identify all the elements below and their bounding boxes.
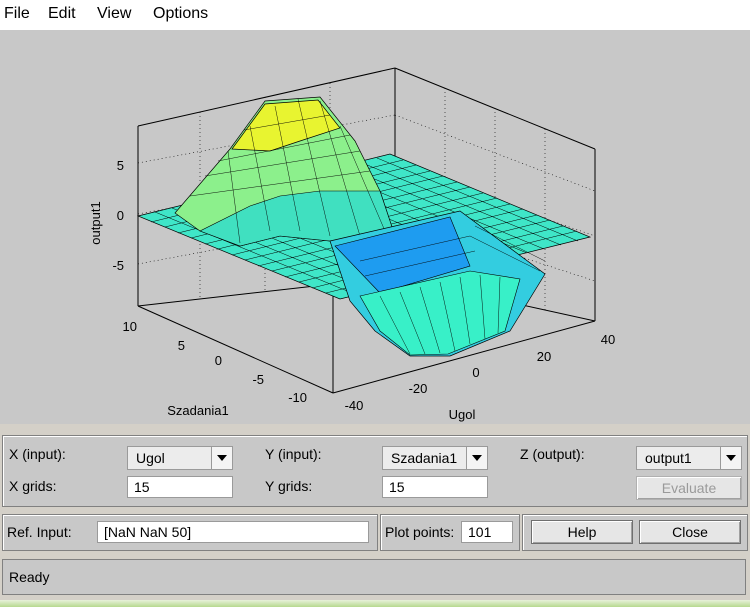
chevron-down-icon[interactable] xyxy=(720,447,741,469)
x-grids-label: X grids: xyxy=(9,478,57,494)
x-tick-label: 0 xyxy=(472,365,479,380)
chevron-down-icon[interactable] xyxy=(466,447,487,469)
evaluate-button[interactable]: Evaluate xyxy=(636,476,742,500)
y-input-label: Y (input): xyxy=(265,446,322,462)
y-tick-label: 5 xyxy=(178,338,185,353)
z-axis-label: output1 xyxy=(88,201,103,244)
x-tick-label: -40 xyxy=(345,398,364,413)
y-tick-label: 0 xyxy=(215,353,222,368)
x-tick-label: -20 xyxy=(409,381,428,396)
taskbar-edge xyxy=(0,600,750,607)
z-tick-label: 0 xyxy=(117,208,124,223)
menu-bar: File Edit View Options xyxy=(0,0,750,31)
z-tick-label: 5 xyxy=(117,158,124,173)
z-output-label: Z (output): xyxy=(520,446,585,462)
x-tick-label: 40 xyxy=(601,332,615,347)
help-button[interactable]: Help xyxy=(531,520,633,544)
y-tick-label: -10 xyxy=(288,390,307,405)
y-grids-input[interactable]: 15 xyxy=(382,476,488,498)
x-grids-input[interactable]: 15 xyxy=(127,476,233,498)
axis-selection-panel: X (input): Ugol Y (input): Szadania1 Z (… xyxy=(2,435,748,507)
z-tick-label: -5 xyxy=(112,258,124,273)
plot-points-panel: Plot points: 101 xyxy=(380,514,520,551)
menu-file[interactable]: File xyxy=(4,5,30,23)
close-button[interactable]: Close xyxy=(639,520,741,544)
x-input-select[interactable]: Ugol xyxy=(127,446,233,470)
plot-points-input[interactable]: 101 xyxy=(461,521,513,543)
surface-plot-area: 5 0 -5 output1 10 5 0 -5 -10 Szadania1 -… xyxy=(0,31,750,424)
status-text: Ready xyxy=(9,569,50,585)
action-buttons-panel: Help Close xyxy=(522,514,748,551)
plot-points-label: Plot points: xyxy=(385,524,455,540)
y-axis-label: Szadania1 xyxy=(167,403,228,418)
menu-edit[interactable]: Edit xyxy=(48,5,76,23)
x-input-label: X (input): xyxy=(9,446,66,462)
x-tick-label: 20 xyxy=(537,349,551,364)
y-input-select[interactable]: Szadania1 xyxy=(382,446,488,470)
y-tick-label: 10 xyxy=(123,319,137,334)
ref-input-field[interactable]: [NaN NaN 50] xyxy=(97,521,369,543)
menu-options[interactable]: Options xyxy=(153,5,208,23)
ref-input-panel: Ref. Input: [NaN NaN 50] xyxy=(2,514,378,551)
chevron-down-icon[interactable] xyxy=(211,447,232,469)
menu-view[interactable]: View xyxy=(97,5,131,23)
status-bar: Ready xyxy=(2,559,746,595)
y-grids-label: Y grids: xyxy=(265,478,313,494)
ref-input-label: Ref. Input: xyxy=(7,524,72,540)
surface-plot: 5 0 -5 output1 10 5 0 -5 -10 Szadania1 -… xyxy=(88,67,615,422)
z-output-value: output1 xyxy=(645,450,692,466)
x-input-value: Ugol xyxy=(136,450,165,466)
z-output-select[interactable]: output1 xyxy=(636,446,742,470)
x-axis-label: Ugol xyxy=(449,407,476,422)
y-input-value: Szadania1 xyxy=(391,450,458,466)
y-tick-label: -5 xyxy=(252,372,264,387)
